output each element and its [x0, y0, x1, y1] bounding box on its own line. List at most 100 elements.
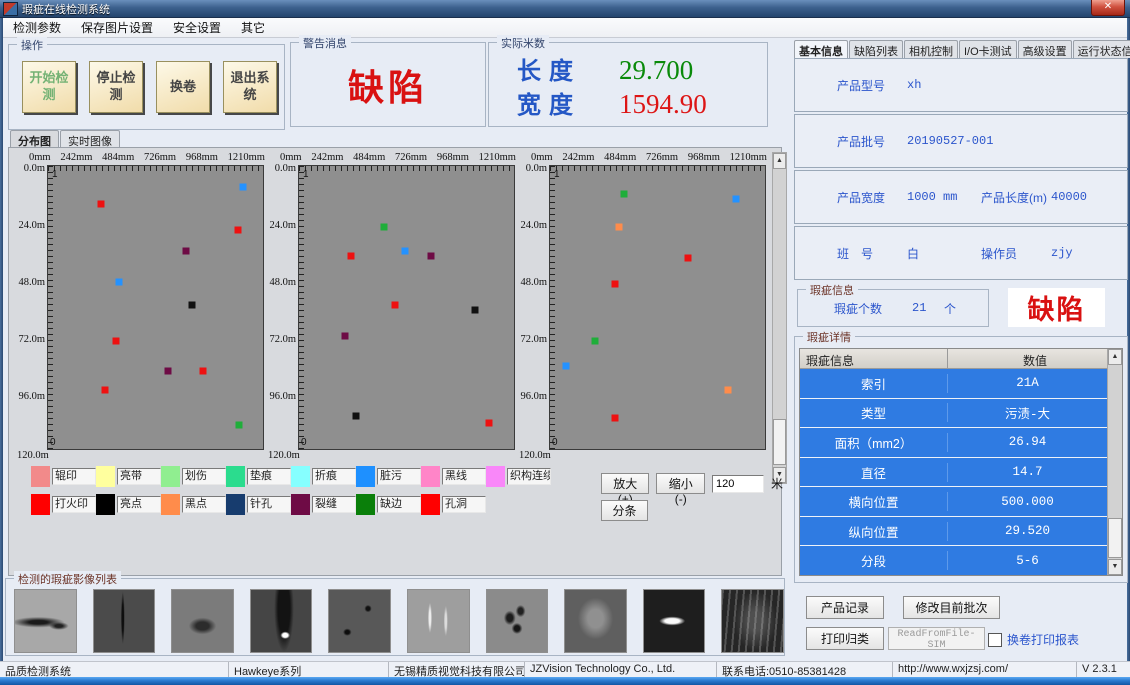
- defect-point[interactable]: [182, 247, 189, 254]
- defect-point[interactable]: [472, 306, 479, 313]
- print-classify-button[interactable]: 打印归类: [806, 627, 884, 650]
- operation-button[interactable]: 退出系统: [223, 61, 277, 113]
- defect-point[interactable]: [616, 224, 623, 231]
- defect-point[interactable]: [112, 337, 119, 344]
- defect-details-group: 瑕疵详情 瑕疵信息 数值 索引 21A 类型 污渍-大 面积（mm2） 26.9…: [794, 336, 1128, 583]
- y-axis-tick: 24.0m: [18, 220, 45, 231]
- scatter-chart-1: 0mm242mm484mm726mm968mm1210mm 0.0m24.0m4…: [15, 152, 266, 484]
- product-info-field: 产品宽度 1000 mm: [837, 189, 977, 206]
- defect-detail-row[interactable]: 索引 21A: [800, 369, 1107, 398]
- defect-point[interactable]: [428, 252, 435, 259]
- defect-detail-row[interactable]: 类型 污渍-大: [800, 399, 1107, 428]
- scroll-thumb[interactable]: [1108, 518, 1122, 558]
- right-tab[interactable]: 运行状态信息: [1073, 40, 1130, 58]
- defect-point[interactable]: [199, 368, 206, 375]
- scroll-down-icon[interactable]: ▼: [1108, 559, 1122, 575]
- right-tab[interactable]: 高级设置: [1018, 40, 1072, 58]
- zoom-out-button[interactable]: 缩小(-): [656, 473, 704, 494]
- defect-thumbnail[interactable]: [643, 589, 706, 653]
- legend-label-box: 织构连续: [507, 468, 551, 485]
- defect-point[interactable]: [380, 224, 387, 231]
- defect-thumbnail[interactable]: [328, 589, 391, 653]
- print-report-checkbox[interactable]: [988, 633, 1002, 647]
- operation-button[interactable]: 开始检测: [22, 61, 76, 113]
- defect-point[interactable]: [116, 278, 123, 285]
- defect-point[interactable]: [612, 280, 619, 287]
- right-tab[interactable]: I/O卡测试: [959, 40, 1017, 58]
- defect-thumbnail[interactable]: [250, 589, 313, 653]
- defect-point[interactable]: [620, 191, 627, 198]
- defect-point[interactable]: [724, 387, 731, 394]
- defect-point[interactable]: [97, 200, 104, 207]
- defect-point[interactable]: [240, 184, 247, 191]
- status-segment: JZVision Technology Co., Ltd.: [525, 662, 717, 677]
- defect-point[interactable]: [235, 422, 242, 429]
- defect-point[interactable]: [392, 302, 399, 309]
- defect-point[interactable]: [352, 412, 359, 419]
- x-axis-tick: 242mm: [311, 152, 343, 165]
- defect-thumbnail[interactable]: [93, 589, 156, 653]
- field-value: zjy: [1051, 246, 1121, 260]
- right-tab[interactable]: 相机控制: [904, 40, 958, 58]
- defect-detail-row[interactable]: 横向位置 500.000: [800, 487, 1107, 516]
- range-unit-label: 米: [771, 475, 783, 492]
- menu-item[interactable]: 安全设置: [163, 19, 231, 36]
- left-tab[interactable]: 实时图像: [60, 130, 120, 148]
- scroll-up-icon[interactable]: ▲: [1108, 349, 1122, 365]
- defect-point[interactable]: [562, 363, 569, 370]
- detail-value: 21A: [948, 376, 1107, 390]
- defect-detail-row[interactable]: 纵向位置 29.520: [800, 517, 1107, 546]
- field-value: 1000 mm: [907, 190, 977, 204]
- operation-button[interactable]: 换卷: [156, 61, 210, 113]
- defect-point[interactable]: [342, 332, 349, 339]
- defect-point[interactable]: [733, 196, 740, 203]
- defect-point[interactable]: [164, 368, 171, 375]
- defect-point[interactable]: [685, 254, 692, 261]
- defect-thumbnail[interactable]: [721, 589, 784, 653]
- display-range-input[interactable]: [712, 475, 764, 493]
- plot-area-2[interactable]: 1 0: [298, 165, 515, 450]
- defect-point[interactable]: [234, 226, 241, 233]
- defect-thumbnail[interactable]: [171, 589, 234, 653]
- defect-point[interactable]: [348, 252, 355, 259]
- right-tab[interactable]: 缺陷列表: [849, 40, 903, 58]
- left-tab[interactable]: 分布图: [10, 130, 59, 148]
- defect-point[interactable]: [611, 415, 618, 422]
- detail-value: 29.520: [948, 524, 1107, 538]
- menu-item[interactable]: 保存图片设置: [71, 19, 163, 36]
- plot-area-1[interactable]: 1 0: [47, 165, 264, 450]
- close-button[interactable]: ✕: [1091, 0, 1125, 16]
- modify-batch-button[interactable]: 修改目前批次: [903, 596, 1000, 619]
- product-record-button[interactable]: 产品记录: [806, 596, 884, 619]
- scroll-track[interactable]: [1108, 365, 1122, 559]
- defect-thumbnail[interactable]: [14, 589, 77, 653]
- defect-detail-row[interactable]: 分段 5-6: [800, 546, 1107, 575]
- charts-scrollbar[interactable]: ▲ ▼: [772, 152, 787, 484]
- defect-detail-row[interactable]: 面积（mm2） 26.94: [800, 428, 1107, 457]
- right-tab[interactable]: 基本信息: [794, 40, 848, 58]
- x-axis-tick: 968mm: [688, 152, 720, 165]
- defect-thumbnail[interactable]: [407, 589, 470, 653]
- defect-point[interactable]: [591, 337, 598, 344]
- split-strip-button[interactable]: 分条: [601, 500, 648, 521]
- defect-point[interactable]: [102, 387, 109, 394]
- defect-thumbnail[interactable]: [486, 589, 549, 653]
- menu-item[interactable]: 其它: [231, 19, 275, 36]
- plot-area-3[interactable]: 1 0: [549, 165, 766, 450]
- defect-detail-row[interactable]: 直径 14.7: [800, 458, 1107, 487]
- scroll-thumb[interactable]: [773, 419, 786, 465]
- defect-point[interactable]: [189, 302, 196, 309]
- defect-point[interactable]: [401, 247, 408, 254]
- operation-button[interactable]: 停止检测: [89, 61, 143, 113]
- scroll-track[interactable]: [773, 169, 786, 467]
- scroll-up-icon[interactable]: ▲: [773, 153, 786, 169]
- defect-point[interactable]: [485, 420, 492, 427]
- menu-item[interactable]: 检测参数: [3, 19, 71, 36]
- defect-thumbnail[interactable]: [564, 589, 627, 653]
- field-label: 产品宽度: [837, 189, 907, 206]
- zoom-in-button[interactable]: 放大(+): [601, 473, 649, 494]
- y-axis-tick: 24.0m: [520, 220, 547, 231]
- header-attribute: 瑕疵信息: [800, 349, 948, 368]
- window-frame-left: [0, 18, 3, 677]
- table-scrollbar[interactable]: ▲ ▼: [1107, 349, 1122, 575]
